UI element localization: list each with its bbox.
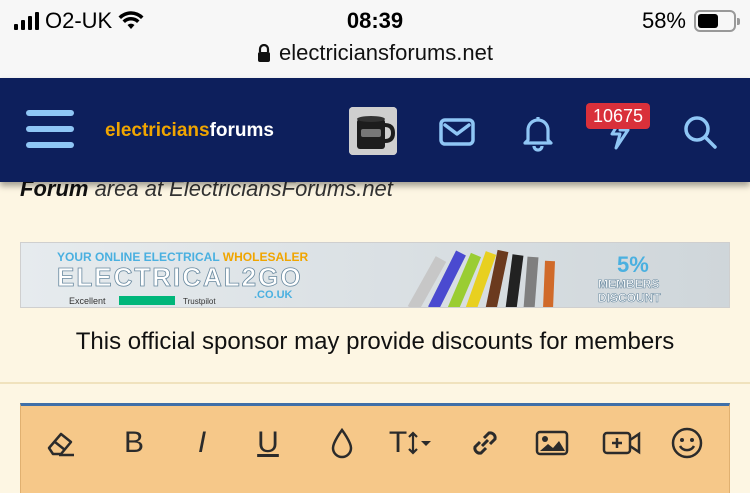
- bell-icon[interactable]: [518, 112, 558, 152]
- battery-percent: 58%: [641, 8, 686, 33]
- search-icon[interactable]: [680, 112, 720, 152]
- link-icon[interactable]: [467, 426, 503, 460]
- electrical2go-ad: YOUR ONLINE ELECTRICAL WHOLESALER ELECTR…: [21, 243, 729, 307]
- bold-button[interactable]: B: [117, 426, 151, 460]
- banner-discount-pct: 5%: [617, 252, 649, 277]
- text-size-label: T: [388, 426, 408, 459]
- video-icon[interactable]: [601, 426, 643, 460]
- banner-trustpilot: Trustpilot: [183, 297, 216, 306]
- logo-part-1: electricians: [105, 120, 210, 141]
- trustpilot-stars-icon: [119, 296, 175, 305]
- clock: 08:39: [346, 8, 404, 33]
- eraser-icon[interactable]: [41, 426, 81, 460]
- sponsor-note: This official sponsor may provide discou…: [75, 328, 675, 355]
- sponsor-banner[interactable]: YOUR ONLINE ELECTRICAL WHOLESALER ELECTR…: [20, 242, 730, 308]
- section-divider: [0, 382, 750, 384]
- battery-group: 58%: [641, 8, 740, 34]
- text-size-button[interactable]: T: [383, 426, 439, 460]
- lock-icon: [258, 44, 270, 62]
- address-bar[interactable]: electriciansforums.net: [0, 40, 750, 66]
- underline-button[interactable]: U: [251, 426, 285, 460]
- site-logo[interactable]: electriciansforums: [105, 120, 274, 142]
- italic-button[interactable]: I: [185, 426, 219, 460]
- user-avatar[interactable]: [349, 107, 397, 155]
- notification-badge[interactable]: 10675: [586, 103, 651, 129]
- banner-domain: .CO.UK: [254, 289, 293, 301]
- envelope-icon[interactable]: [437, 112, 477, 152]
- rich-text-editor[interactable]: B I U T: [20, 403, 730, 493]
- mug-avatar-icon: [349, 107, 397, 155]
- banner-brand: ELECTRICAL2GO: [57, 262, 303, 292]
- smiley-icon[interactable]: [669, 426, 705, 460]
- banner-discount-line2: DISCOUNT: [598, 291, 661, 305]
- page-content: Forum area at ElectriciansForums.net YOU…: [0, 176, 750, 493]
- banner-discount-line1: MEMBERS: [598, 277, 659, 291]
- menu-icon[interactable]: [26, 110, 74, 150]
- logo-part-2: forums: [209, 120, 274, 141]
- banner-rating-label: Excellent: [69, 296, 106, 306]
- url-text: electriciansforums.net: [279, 40, 493, 65]
- text-size-arrows-icon: [408, 431, 432, 455]
- droplet-color-icon[interactable]: [325, 426, 359, 460]
- ios-status-bar: O2-UK 08:39 58% electriciansforums.net: [0, 0, 750, 78]
- battery-icon: [694, 10, 740, 32]
- image-icon[interactable]: [534, 426, 570, 460]
- forum-navbar: electriciansforums: [0, 78, 750, 182]
